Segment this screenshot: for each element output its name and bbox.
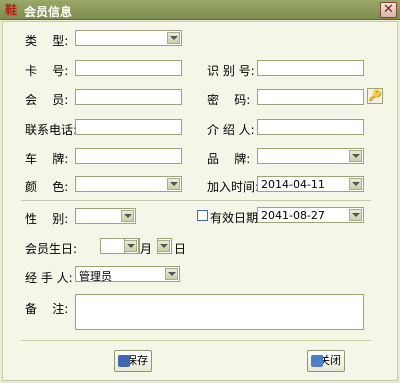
type-label: 类 型: [25, 34, 69, 48]
card-input[interactable] [75, 60, 182, 76]
save-button[interactable]: 保存 [114, 350, 152, 372]
introducer-label: 介 绍 人: [207, 123, 255, 137]
chevron-down-icon[interactable] [167, 32, 180, 44]
type-select[interactable] [75, 30, 182, 46]
save-icon [118, 355, 130, 367]
color-label: 颜 色: [25, 180, 69, 194]
plate-label: 车 牌: [25, 152, 69, 166]
month-label: 月 [140, 242, 153, 256]
chevron-down-icon[interactable] [165, 268, 178, 280]
close-icon[interactable]: ✕ [380, 2, 397, 18]
join-time-value: 2014-04-11 [261, 178, 325, 191]
brand-select[interactable] [257, 148, 364, 164]
introducer-input[interactable] [257, 119, 364, 135]
member-input[interactable] [75, 89, 182, 105]
expiry-value: 2041-08-27 [261, 209, 325, 222]
chevron-down-icon[interactable] [157, 240, 170, 252]
chevron-down-icon[interactable] [349, 150, 362, 162]
plate-input[interactable] [75, 148, 182, 164]
divider [21, 340, 371, 341]
window-title: 会员信息 [24, 5, 73, 19]
day-label: 日 [174, 242, 187, 256]
password-input[interactable] [257, 89, 364, 105]
handler-value: 管理员 [79, 270, 112, 283]
remark-textarea[interactable] [75, 294, 364, 330]
expiry-picker[interactable]: 2041-08-27 [257, 207, 364, 223]
card-label: 卡 号: [25, 64, 69, 78]
id-label: 识 别 号: [207, 64, 255, 78]
birthday-month-select[interactable] [124, 238, 139, 254]
join-time-label: 加入时间: [207, 180, 260, 194]
chevron-down-icon[interactable] [124, 240, 137, 252]
exit-icon [311, 355, 323, 367]
gender-label: 性 别: [25, 212, 69, 226]
divider [21, 200, 371, 201]
chevron-down-icon[interactable] [349, 178, 362, 190]
birthday-day-select[interactable] [157, 238, 172, 254]
id-input[interactable] [257, 60, 364, 76]
title-bar: 鞋 会员信息 ✕ [0, 0, 400, 20]
phone-input[interactable] [75, 119, 182, 135]
handler-label: 经 手 人: [25, 271, 73, 285]
gender-select[interactable] [75, 208, 136, 224]
brand-label: 品 牌: [207, 152, 251, 166]
chevron-down-icon[interactable] [167, 178, 180, 190]
join-time-picker[interactable]: 2014-04-11 [257, 176, 364, 192]
close-button[interactable]: 关闭 [307, 350, 345, 372]
password-label: 密 码: [207, 93, 251, 107]
handler-select[interactable]: 管理员 [75, 266, 180, 283]
expiry-checkbox[interactable] [197, 210, 208, 221]
expiry-label: 有效日期: [210, 211, 263, 225]
form-panel: 类 型: 卡 号: 识 别 号: 会 员: 密 码: 🔑 联系电话: 介 绍 人… [2, 21, 398, 381]
member-label: 会 员: [25, 93, 69, 107]
app-icon: 鞋 [4, 3, 17, 17]
color-select[interactable] [75, 176, 182, 192]
birthday-label: 会员生日: [25, 242, 78, 256]
remark-label: 备 注: [25, 302, 69, 316]
chevron-down-icon[interactable] [349, 209, 362, 221]
phone-label: 联系电话: [25, 123, 78, 137]
key-icon[interactable]: 🔑 [367, 88, 383, 104]
chevron-down-icon[interactable] [121, 210, 134, 222]
